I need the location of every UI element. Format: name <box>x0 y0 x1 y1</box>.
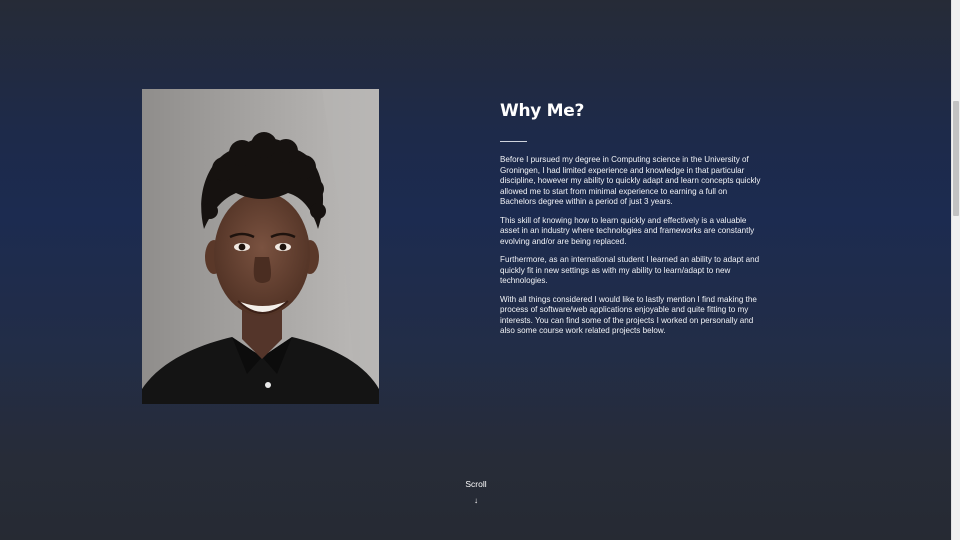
portrait-photo <box>142 89 379 404</box>
scrollbar-thumb[interactable] <box>953 101 959 216</box>
scroll-button[interactable]: Scroll ↓ <box>440 478 512 506</box>
arrow-down-icon: ↓ <box>474 496 478 505</box>
why-me-section: Why Me? Before I pursued my degree in Co… <box>500 100 762 345</box>
paragraph-conclusion: With all things considered I would like … <box>500 294 757 336</box>
section-title: Why Me? <box>500 101 585 121</box>
scroll-label: Scroll <box>465 479 487 489</box>
paragraph-background: Before I pursued my degree in Computing … <box>500 155 761 206</box>
paragraph-international: Furthermore, as an international student… <box>500 255 760 285</box>
title-divider <box>500 141 527 142</box>
vertical-scrollbar[interactable] <box>951 0 960 540</box>
page: Why Me? Before I pursued my degree in Co… <box>0 0 951 540</box>
paragraph-learning-skill: This skill of knowing how to learn quick… <box>500 215 755 246</box>
